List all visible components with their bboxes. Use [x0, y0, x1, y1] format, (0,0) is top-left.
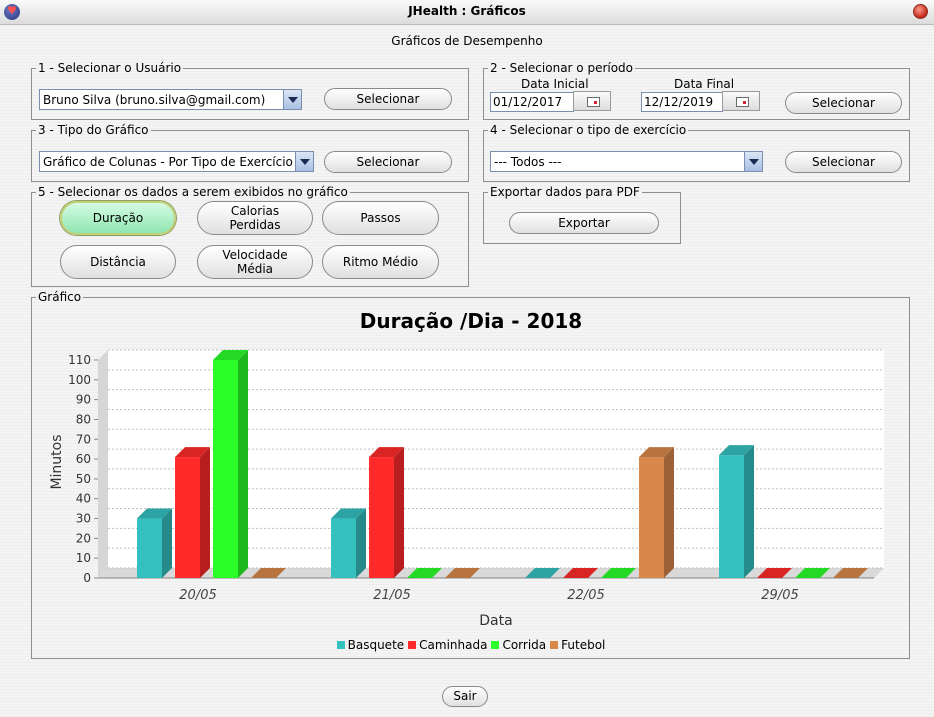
- legend-item: Basquete: [336, 638, 405, 652]
- passos-button[interactable]: Passos: [322, 201, 439, 235]
- chevron-down-icon[interactable]: [283, 90, 301, 109]
- chart-type-section-legend: 3 - Tipo do Gráfico: [38, 123, 149, 137]
- y-tick-label: 100: [68, 373, 91, 387]
- x-tick-label: 20/05: [179, 588, 216, 603]
- end-date-field[interactable]: 12/12/2019: [641, 92, 723, 112]
- bar-side: [664, 447, 674, 578]
- distancia-button-label: Distância: [90, 255, 146, 269]
- legend-swatch: [336, 641, 345, 649]
- bar-front: [137, 518, 162, 578]
- bar-side: [394, 447, 404, 578]
- bar-side: [162, 508, 172, 578]
- legend-label: Corrida: [502, 638, 547, 652]
- window-title: JHealth : Gráficos: [408, 4, 526, 18]
- y-tick-label: 70: [76, 432, 91, 446]
- chevron-down-icon[interactable]: [744, 152, 762, 171]
- user-section-legend: 1 - Selecionar o Usuário: [38, 61, 182, 75]
- ritmo-button[interactable]: Ritmo Médio: [322, 245, 439, 279]
- user-combo-value: Bruno Silva (bruno.silva@gmail.com): [43, 93, 266, 107]
- legend-item: Caminhada: [408, 638, 487, 652]
- window-close-button[interactable]: [913, 4, 928, 19]
- calorias-button-label-2: Perdidas: [229, 218, 281, 232]
- duracao-button[interactable]: Duração: [60, 201, 176, 235]
- velocidade-button[interactable]: Velocidade Média: [197, 245, 313, 279]
- start-date-label: Data Inicial: [521, 77, 589, 91]
- select-user-button[interactable]: Selecionar: [324, 88, 452, 110]
- passos-button-label: Passos: [360, 211, 401, 225]
- y-tick-label: 60: [76, 452, 91, 466]
- user-combo[interactable]: Bruno Silva (bruno.silva@gmail.com): [39, 89, 302, 110]
- chart-type-combo[interactable]: Gráfico de Colunas - Por Tipo de Exercíc…: [39, 151, 314, 172]
- chart-left-wall: [98, 350, 108, 578]
- legend-item: Corrida: [491, 638, 546, 652]
- x-tick-label: 21/05: [373, 588, 410, 603]
- bar-front: [331, 518, 356, 578]
- legend-label: Basquete: [347, 638, 405, 652]
- calorias-button[interactable]: Calorias Perdidas: [197, 201, 313, 235]
- y-tick-label: 110: [68, 353, 91, 367]
- end-date-label: Data Final: [674, 77, 735, 91]
- bar-chart: Duração /Dia - 2018 0 10 20 30 40 50 60 70 80 90 10…: [49, 309, 884, 629]
- exercise-combo-value: --- Todos ---: [494, 155, 562, 169]
- bar-front: [639, 457, 664, 578]
- y-tick-label: 30: [76, 512, 91, 526]
- calendar-icon: [736, 97, 749, 107]
- velocidade-button-label-1: Velocidade: [222, 248, 288, 262]
- chart-title: Duração /Dia - 2018: [360, 309, 582, 333]
- chart-legend: Basquete Caminhada Corrida Futebol: [32, 638, 910, 652]
- x-tick-label: 22/05: [567, 588, 604, 603]
- exercise-section-legend: 4 - Selecionar o tipo de exercício: [490, 123, 687, 137]
- x-axis-title: Data: [479, 613, 512, 629]
- select-exercise-button[interactable]: Selecionar: [785, 151, 902, 173]
- bar-front: [175, 457, 200, 578]
- y-tick-label: 90: [76, 393, 91, 407]
- chevron-down-icon[interactable]: [295, 152, 313, 171]
- distancia-button[interactable]: Distância: [60, 245, 176, 279]
- legend-swatch: [408, 641, 417, 649]
- start-date-picker-button[interactable]: [573, 91, 611, 111]
- legend-item: Futebol: [550, 638, 605, 652]
- chart-type-combo-value: Gráfico de Colunas - Por Tipo de Exercíc…: [43, 155, 293, 169]
- y-tick-label: 50: [76, 472, 91, 486]
- legend-swatch: [491, 641, 500, 649]
- calorias-button-label-1: Calorias: [230, 204, 280, 218]
- period-section-legend: 2 - Selecionar o período: [490, 61, 634, 75]
- legend-label: Futebol: [561, 638, 606, 652]
- exercise-combo[interactable]: --- Todos ---: [490, 151, 763, 172]
- y-tick-label: 80: [76, 412, 91, 426]
- page-heading: Gráficos de Desempenho: [391, 34, 543, 48]
- x-tick-label: 29/05: [761, 588, 798, 603]
- velocidade-button-label-2: Média: [236, 262, 274, 276]
- export-section-legend: Exportar dados para PDF: [490, 185, 640, 199]
- y-tick-label: 40: [76, 492, 91, 506]
- start-date-value: 01/12/2017: [493, 95, 563, 109]
- y-tick-label: 0: [83, 571, 91, 585]
- duracao-button-label: Duração: [92, 211, 144, 225]
- end-date-picker-button[interactable]: [722, 91, 760, 111]
- bar-side: [200, 447, 210, 578]
- ritmo-button-label: Ritmo Médio: [342, 255, 419, 269]
- bar-side: [238, 350, 248, 578]
- y-tick-label: 10: [76, 551, 91, 565]
- window-titlebar: JHealth : Gráficos: [0, 0, 934, 25]
- legend-label: Caminhada: [419, 638, 488, 652]
- select-period-button[interactable]: Selecionar: [785, 92, 902, 114]
- bar-front: [213, 360, 238, 578]
- start-date-field[interactable]: 01/12/2017: [490, 92, 574, 112]
- exit-button[interactable]: Sair: [442, 686, 488, 707]
- legend-swatch: [550, 641, 559, 649]
- bar-front: [369, 457, 394, 578]
- y-axis-title: Minutos: [49, 434, 65, 489]
- end-date-value: 12/12/2019: [644, 95, 714, 109]
- bar-side: [744, 445, 754, 578]
- y-tick-label: 20: [76, 531, 91, 545]
- calendar-icon: [587, 97, 600, 107]
- chart-container: Duração /Dia - 2018 0 10 20 30 40 50 60 70 80 90 10…: [32, 297, 910, 658]
- data-section-legend: 5 - Selecionar os dados a serem exibidos…: [38, 185, 348, 199]
- bar-side: [356, 508, 366, 578]
- bar-front: [719, 455, 744, 578]
- export-pdf-button[interactable]: Exportar: [509, 212, 659, 234]
- select-chart-type-button[interactable]: Selecionar: [324, 151, 452, 173]
